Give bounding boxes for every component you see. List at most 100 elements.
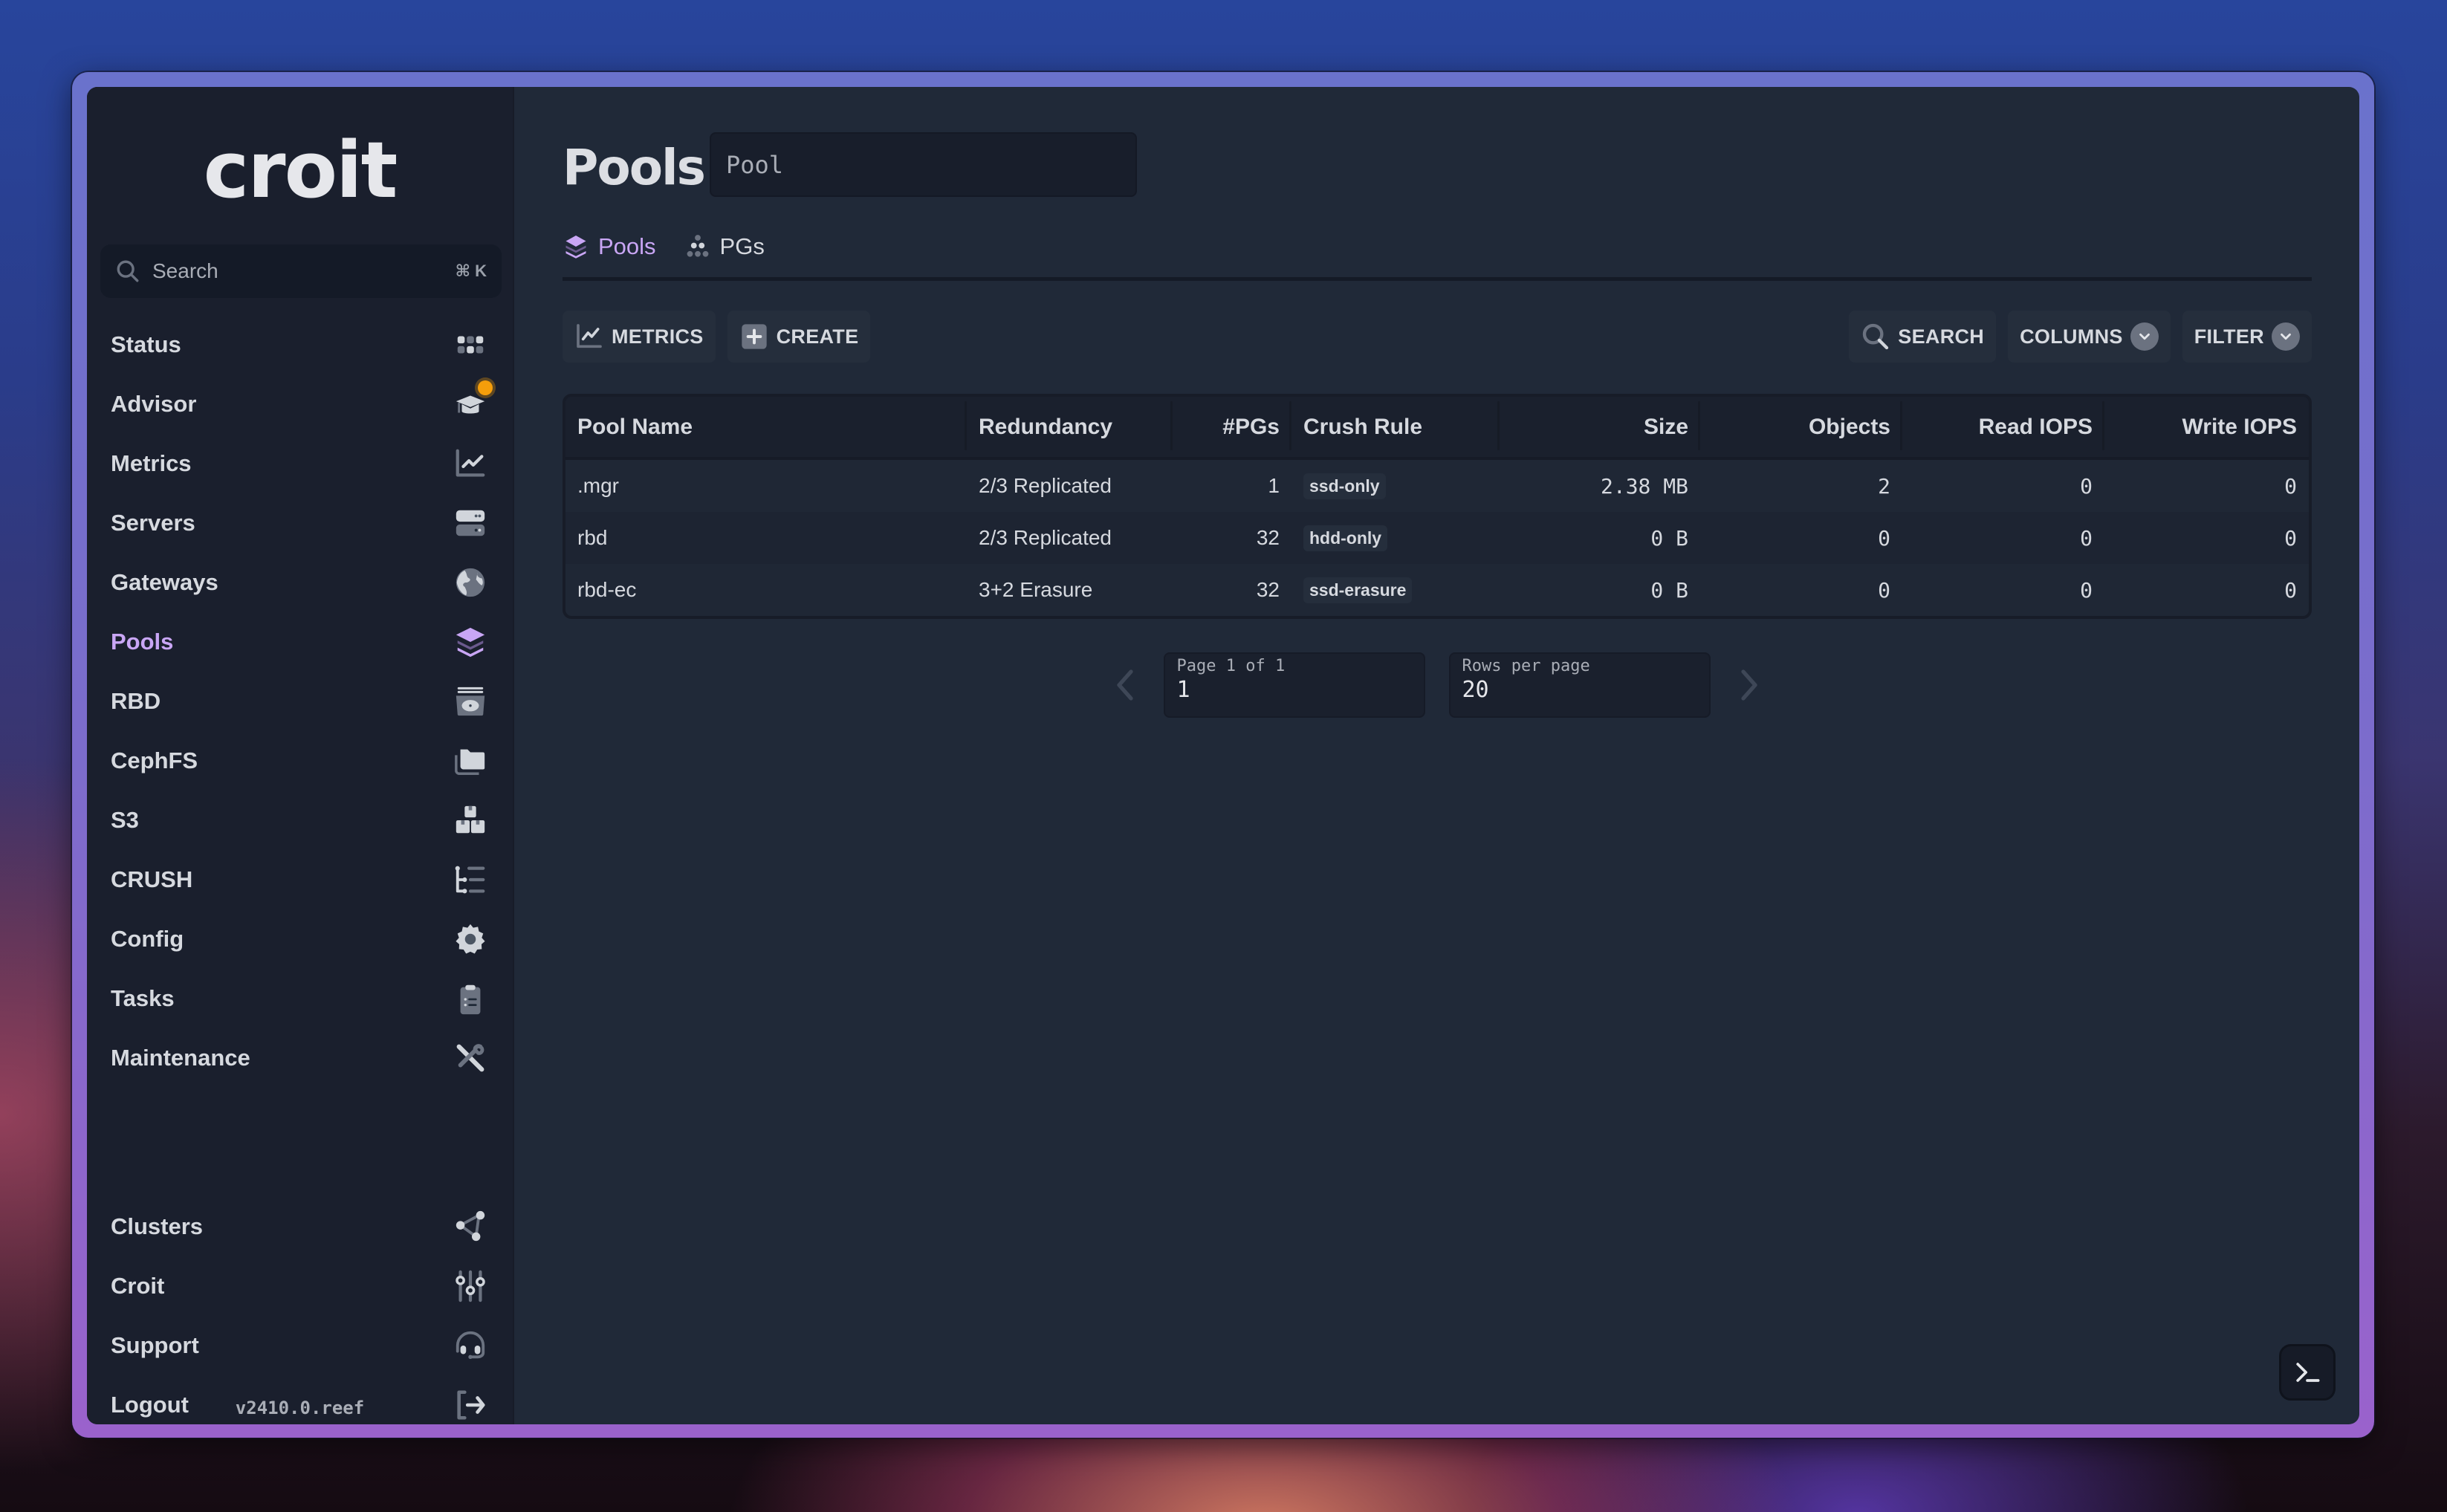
tab-pgs[interactable]: PGs [684, 230, 765, 260]
previous-page-button[interactable] [1110, 663, 1140, 707]
sidebar-item-label: Maintenance [111, 1045, 250, 1071]
table-row[interactable]: rbd 2/3 Replicated 32 hdd-only 0 B 0 0 0 [565, 512, 2309, 564]
redundancy: 3+2 Erasure [979, 578, 1093, 601]
toolbar: METRICS CREATE SEARCH COLUMNS FILTER [563, 311, 2312, 363]
columns-button[interactable]: COLUMNS [2008, 311, 2171, 363]
column-header-objects[interactable]: Objects [1700, 400, 1902, 450]
sidebar-item-label: Clusters [111, 1213, 204, 1239]
search-shortcut: ⌘ K [455, 262, 487, 280]
next-page-button[interactable] [1734, 663, 1764, 707]
columns-label: COLUMNS [2020, 325, 2123, 348]
sidebar-item-label: Status [111, 331, 181, 357]
pool-name[interactable]: rbd [565, 526, 967, 550]
layers-icon [453, 624, 488, 660]
size: 2.38 MB [1600, 473, 1688, 499]
sliders-icon [453, 1268, 488, 1304]
sidebar-item-label: RBD [111, 688, 161, 714]
headset-icon [453, 1328, 488, 1363]
pool-name-input[interactable] [710, 132, 1137, 197]
sidebar-item-gateways[interactable]: Gateways [87, 553, 513, 612]
write-iops: 0 [2284, 577, 2297, 603]
terminal-button[interactable] [2279, 1344, 2336, 1401]
redundancy: 2/3 Replicated [979, 474, 1112, 497]
objects: 0 [1878, 577, 1890, 603]
table-row[interactable]: .mgr 2/3 Replicated 1 ssd-only 2.38 MB 2… [565, 460, 2309, 512]
sidebar-item-s3[interactable]: S3 [87, 791, 513, 850]
sidebar-item-rbd[interactable]: RBD [87, 672, 513, 731]
pool-name[interactable]: rbd-ec [565, 578, 967, 602]
page-number-value: 1 [1176, 677, 1190, 703]
tab-label: Pools [598, 233, 656, 259]
line-chart-icon [577, 324, 602, 348]
sidebar-item-config[interactable]: Config [87, 909, 513, 969]
search-label: SEARCH [1898, 325, 1985, 348]
page-number-label: Page 1 of 1 [1176, 657, 1286, 675]
sidebar-item-label: CRUSH [111, 866, 193, 892]
write-iops: 0 [2284, 473, 2297, 499]
pg-count: 32 [1256, 578, 1280, 601]
sidebar-item-label: Servers [111, 510, 195, 536]
filter-label: FILTER [2194, 325, 2264, 348]
pg-count: 1 [1268, 474, 1280, 497]
main-content: Pools Pools PGs METRICS CREATE [514, 87, 2359, 1424]
objects: 0 [1878, 525, 1890, 551]
sidebar-item-label: Croit [111, 1273, 165, 1299]
sidebar-search[interactable]: Search ⌘ K [100, 244, 502, 298]
clipboard-icon [453, 981, 488, 1016]
sidebar-item-status[interactable]: Status [87, 315, 513, 374]
pg-count: 32 [1256, 526, 1280, 549]
sidebar-item-servers[interactable]: Servers [87, 493, 513, 553]
grid-icon [453, 327, 488, 363]
graduation-cap-icon [453, 380, 493, 422]
chevron-left-icon [1116, 669, 1133, 701]
table-body: .mgr 2/3 Replicated 1 ssd-only 2.38 MB 2… [565, 460, 2309, 616]
sidebar-item-maintenance[interactable]: Maintenance [87, 1028, 513, 1088]
table-row[interactable]: rbd-ec 3+2 Erasure 32 ssd-erasure 0 B 0 … [565, 564, 2309, 616]
tab-pools[interactable]: Pools [563, 230, 656, 260]
sidebar-item-label: Gateways [111, 569, 218, 595]
pagination: Page 1 of 1 1 Rows per page 20 [514, 652, 2359, 718]
sidebar-item-label: Pools [111, 629, 174, 655]
column-header-read-iops[interactable]: Read IOPS [1902, 400, 2104, 450]
plus-icon [741, 324, 767, 349]
filter-button[interactable]: FILTER [2182, 311, 2312, 363]
column-header-crush-rule[interactable]: Crush Rule [1291, 400, 1500, 450]
column-header-redundancy[interactable]: Redundancy [967, 400, 1173, 450]
sidebar: croit Search ⌘ K Status Advisor Metrics … [87, 87, 514, 1424]
column-header-pool-name[interactable]: Pool Name [565, 400, 967, 450]
sidebar-item-cephfs[interactable]: CephFS [87, 731, 513, 791]
read-iops: 0 [2080, 577, 2093, 603]
sidebar-item-pools[interactable]: Pools [87, 612, 513, 672]
sidebar-item-croit[interactable]: Croit [87, 1256, 513, 1316]
table-header: Pool Name Redundancy #PGs Crush Rule Siz… [565, 397, 2309, 460]
column-header-size[interactable]: Size [1500, 400, 1700, 450]
rows-per-page-field[interactable]: Rows per page 20 [1448, 652, 1711, 718]
sidebar-item-tasks[interactable]: Tasks [87, 969, 513, 1028]
objects: 2 [1878, 473, 1890, 499]
write-iops: 0 [2284, 525, 2297, 551]
sidebar-item-label: Metrics [111, 450, 192, 476]
metrics-button[interactable]: METRICS [563, 311, 716, 363]
page-number-field[interactable]: Page 1 of 1 1 [1163, 652, 1425, 718]
dots-cluster-icon [687, 235, 708, 257]
search-icon [1863, 323, 1889, 350]
main-nav: Status Advisor Metrics Servers Gateways … [87, 315, 513, 1088]
search-button[interactable]: SEARCH [1849, 311, 1997, 363]
sidebar-item-support[interactable]: Support [87, 1316, 513, 1375]
chevron-down-icon [2130, 322, 2159, 351]
pools-table: Pool Name Redundancy #PGs Crush Rule Siz… [563, 394, 2312, 619]
sidebar-item-metrics[interactable]: Metrics [87, 434, 513, 493]
sidebar-item-clusters[interactable]: Clusters [87, 1197, 513, 1256]
column-header-pgs[interactable]: #PGs [1173, 400, 1291, 450]
create-button[interactable]: CREATE [727, 311, 871, 363]
tools-icon [453, 1040, 488, 1076]
page-title: Pools [563, 139, 706, 196]
pool-name[interactable]: .mgr [565, 474, 967, 498]
column-header-write-iops[interactable]: Write IOPS [2104, 415, 2309, 440]
crush-rule-badge: ssd-erasure [1303, 577, 1413, 603]
boxes-icon [453, 802, 488, 838]
sidebar-item-label: CephFS [111, 747, 198, 773]
croit-logo[interactable]: croit [87, 132, 513, 209]
sidebar-item-advisor[interactable]: Advisor [87, 374, 513, 434]
sidebar-item-crush[interactable]: CRUSH [87, 850, 513, 909]
